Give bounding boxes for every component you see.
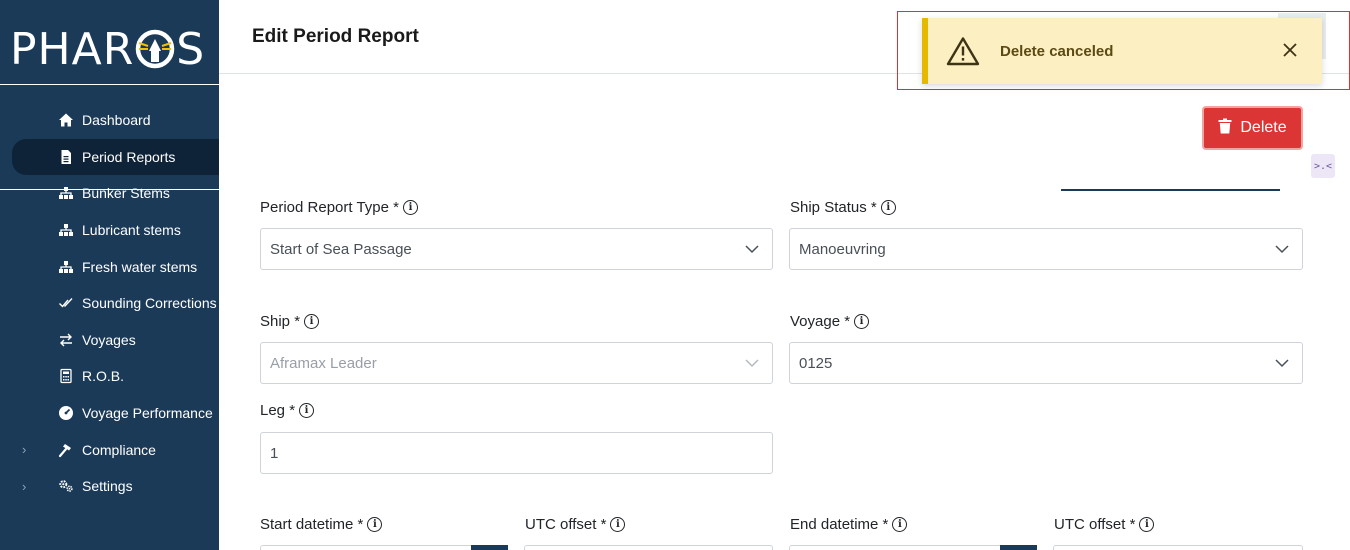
select-value: Start of Sea Passage <box>270 240 412 258</box>
voyage-label: Voyage * i <box>790 313 870 330</box>
info-icon[interactable]: i <box>299 403 315 418</box>
sidebar-item-rob[interactable]: R.O.B. <box>0 358 219 395</box>
sidebar-item-label: Voyage Performance <box>82 405 213 422</box>
chevron-down-icon <box>744 355 760 371</box>
sidebar-item-label: Voyages <box>82 331 136 348</box>
sidebar-item-dashboard[interactable]: Dashboard <box>0 102 219 139</box>
label-text: UTC offset * <box>1054 516 1136 533</box>
chevron-down-icon <box>1274 355 1290 371</box>
home-icon <box>58 112 74 128</box>
hammer-icon <box>58 442 74 458</box>
sidebar-item-label: R.O.B. <box>82 368 125 385</box>
info-icon[interactable]: i <box>367 517 383 532</box>
sidebar-item-fresh-water-stems[interactable]: Fresh water stems <box>0 248 219 285</box>
label-text: UTC offset * <box>525 516 607 533</box>
start-utc-offset-label: UTC offset * i <box>525 516 626 533</box>
logo-text-left: PHAR <box>10 23 135 75</box>
delete-button-label: Delete <box>1240 119 1287 136</box>
sidebar-item-label: Compliance <box>82 441 156 458</box>
exchange-arrows-icon <box>58 332 74 348</box>
label-text: Period Report Type * <box>260 199 399 216</box>
end-datetime-label: End datetime * i <box>790 516 908 533</box>
document-icon <box>58 149 74 165</box>
sidebar-item-voyages[interactable]: Voyages <box>0 322 219 359</box>
leg-label: Leg * i <box>260 402 315 419</box>
warning-toast: Delete canceled <box>922 18 1322 84</box>
chevron-down-icon <box>1274 241 1290 257</box>
sitemap-icon <box>58 185 74 201</box>
calculator-icon <box>58 368 74 384</box>
sidebar-item-label: Bunker Stems <box>82 185 170 202</box>
sidebar-item-label: Period Reports <box>82 148 176 165</box>
chevron-right-icon: › <box>22 442 27 458</box>
select-value: Manoeuvring <box>799 240 886 258</box>
logo-text-right: S <box>176 23 206 75</box>
sidebar-item-label: Fresh water stems <box>82 258 198 275</box>
info-icon[interactable]: i <box>892 517 908 532</box>
chevron-down-icon <box>744 241 760 257</box>
double-check-icon <box>58 295 74 311</box>
nav-divider <box>0 189 219 190</box>
label-text: Ship Status * <box>790 199 877 216</box>
gauge-icon <box>58 405 74 421</box>
sidebar-item-sounding-corrections[interactable]: Sounding Corrections <box>0 285 219 322</box>
sidebar-item-period-reports[interactable]: Period Reports <box>12 138 219 176</box>
sidebar: PHAR S Dashboard Period Reports Bunker S… <box>0 0 219 550</box>
gears-icon <box>58 478 74 494</box>
label-text: Start datetime * <box>260 516 364 533</box>
select-value: Aframax Leader <box>270 354 377 372</box>
end-datetime-picker-button[interactable] <box>1000 545 1037 550</box>
ship-label: Ship * i <box>260 313 320 330</box>
period-report-type-label: Period Report Type * i <box>260 199 418 216</box>
chevron-right-icon: › <box>22 478 27 494</box>
logo-divider <box>0 84 219 85</box>
sidebar-item-lubricant-stems[interactable]: Lubricant stems <box>0 212 219 249</box>
ship-select: Aframax Leader <box>260 342 773 384</box>
info-icon[interactable]: i <box>1139 517 1155 532</box>
sidebar-item-voyage-performance[interactable]: Voyage Performance <box>0 395 219 432</box>
select-value: 0125 <box>799 354 833 372</box>
delete-button[interactable]: Delete <box>1202 106 1303 150</box>
trash-icon <box>1218 118 1232 139</box>
sitemap-icon <box>58 222 74 238</box>
label-text: End datetime * <box>790 516 889 533</box>
leg-input[interactable]: 1 <box>260 432 773 474</box>
ship-status-select[interactable]: Manoeuvring <box>789 228 1303 270</box>
sidebar-item-compliance[interactable]: › Compliance <box>0 431 219 468</box>
voyage-select[interactable]: 0125 <box>789 342 1303 384</box>
sidebar-item-label: Sounding Corrections <box>82 295 217 312</box>
sidebar-item-label: Lubricant stems <box>82 222 181 239</box>
sidebar-item-label: Dashboard <box>82 112 151 129</box>
input-value: 1 <box>270 444 279 462</box>
sidebar-item-bunker-stems[interactable]: Bunker Stems <box>0 175 219 212</box>
info-icon[interactable]: i <box>880 200 896 215</box>
toast-message: Delete canceled <box>1000 42 1114 60</box>
info-icon[interactable]: i <box>854 314 870 329</box>
close-icon[interactable] <box>1280 40 1300 60</box>
sidebar-item-label: Settings <box>82 478 133 495</box>
label-text: Voyage * <box>790 313 851 330</box>
start-utc-offset-input[interactable] <box>524 545 773 550</box>
label-text: Leg * <box>260 402 296 419</box>
pharos-logo[interactable]: PHAR S <box>10 23 206 75</box>
end-utc-offset-label: UTC offset * i <box>1054 516 1155 533</box>
info-icon[interactable]: i <box>610 517 626 532</box>
sidebar-nav: Dashboard Period Reports Bunker Stems Lu… <box>0 102 219 505</box>
floating-widget-icon[interactable]: >.< <box>1311 154 1335 178</box>
tab-underline <box>1061 189 1280 191</box>
info-icon[interactable]: i <box>304 314 320 329</box>
info-icon[interactable]: i <box>402 200 418 215</box>
end-utc-offset-input[interactable] <box>1053 545 1303 550</box>
page-title: Edit Period Report <box>252 26 419 47</box>
label-text: Ship * <box>260 313 301 330</box>
start-datetime-picker-button[interactable] <box>471 545 508 550</box>
period-report-type-select[interactable]: Start of Sea Passage <box>260 228 773 270</box>
ship-status-label: Ship Status * i <box>790 199 896 216</box>
start-datetime-label: Start datetime * i <box>260 516 383 533</box>
warning-triangle-icon <box>946 36 980 66</box>
sitemap-icon <box>58 259 74 275</box>
sidebar-item-settings[interactable]: › Settings <box>0 468 219 505</box>
lighthouse-lens-icon <box>135 29 175 69</box>
